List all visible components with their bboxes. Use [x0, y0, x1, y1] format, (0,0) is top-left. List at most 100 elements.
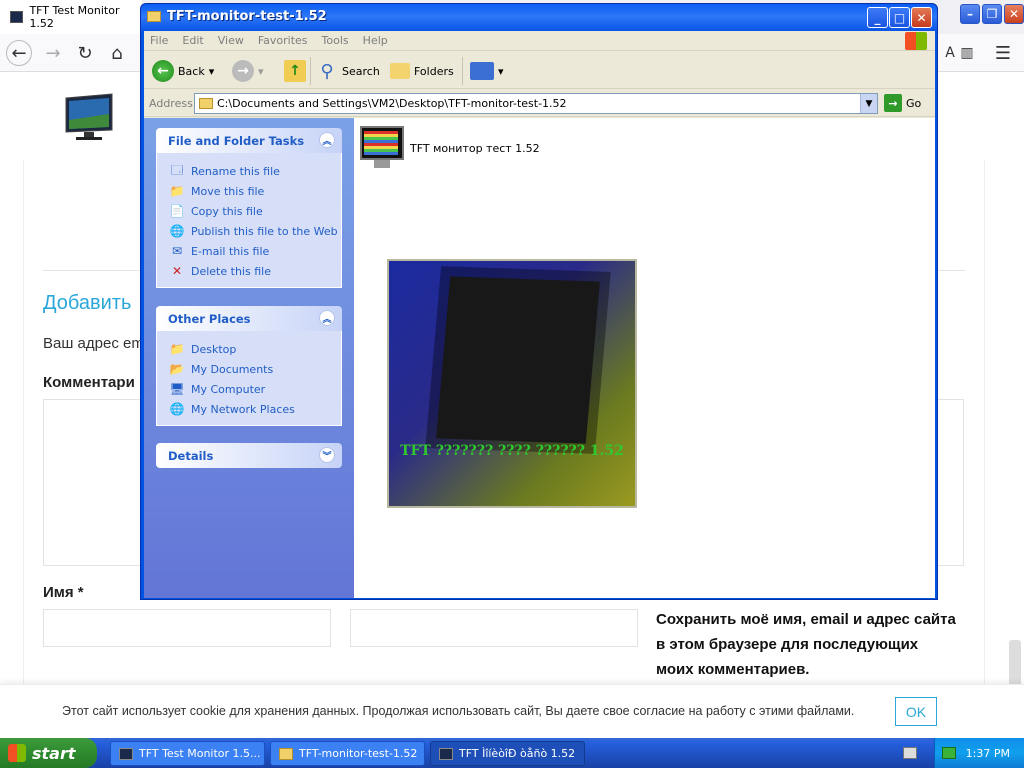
- email-input[interactable]: [350, 609, 638, 647]
- menu-file[interactable]: File: [150, 34, 168, 47]
- keyboard-icon[interactable]: [903, 747, 917, 759]
- details-panel: Details ︾: [156, 443, 342, 468]
- reload-icon[interactable]: ↻: [72, 40, 98, 66]
- address-value: C:\Documents and Settings\VM2\Desktop\TF…: [217, 97, 567, 110]
- go-arrow-icon: →: [884, 94, 902, 112]
- expand-icon[interactable]: ︾: [319, 447, 335, 463]
- delete-icon: ✕: [171, 264, 183, 278]
- name-label: Имя *: [43, 584, 84, 601]
- browser-window-controls: – ❐ ✕: [960, 4, 1024, 24]
- other-places-panel: Other Places ︽ 📁 Desktop 📂 My Documents 🖥 M…: [156, 306, 342, 426]
- task-rename[interactable]: 🗔 Rename this file: [169, 161, 341, 181]
- menu-bar: File Edit View Favorites Tools Help: [144, 31, 935, 51]
- other-places-header[interactable]: Other Places ︽: [156, 306, 342, 331]
- copy-icon: 📄: [169, 204, 185, 218]
- address-dropdown-icon[interactable]: ▼: [860, 94, 877, 113]
- chevron-down-icon[interactable]: ▾: [498, 65, 504, 78]
- sidebar-icon[interactable]: ▥: [954, 40, 980, 66]
- up-folder-button[interactable]: ↑: [284, 58, 306, 84]
- cookie-ok-button[interactable]: OK: [895, 697, 937, 726]
- minimize-button[interactable]: _: [867, 7, 888, 28]
- browser-app-icon: [119, 747, 133, 760]
- monitor-favicon-icon: [10, 11, 24, 23]
- menu-help[interactable]: Help: [363, 34, 388, 47]
- toolbar: ← Back ▾ → ▾ ↑ ⚲ Search Folders ▾: [144, 52, 935, 89]
- back-arrow-icon: ←: [152, 60, 174, 82]
- address-field[interactable]: C:\Documents and Settings\VM2\Desktop\TF…: [194, 93, 878, 114]
- place-my-computer[interactable]: 🖥 My Computer: [169, 379, 341, 399]
- back-label: Back: [178, 64, 205, 78]
- place-desktop[interactable]: 📁 Desktop: [169, 339, 341, 359]
- monitor-test-app-icon: [358, 126, 406, 170]
- search-icon: ⚲: [320, 60, 334, 82]
- start-button[interactable]: start: [0, 738, 97, 768]
- add-comment-heading: Добавить: [43, 292, 132, 314]
- other-places-title: Other Places: [168, 311, 251, 326]
- close-button[interactable]: ✕: [911, 7, 932, 28]
- views-button[interactable]: ▾: [470, 58, 504, 84]
- taskbar: start TFT Test Monitor 1.5... TFT-monito…: [0, 738, 1024, 768]
- task-move[interactable]: 📁 Move this file: [169, 181, 341, 201]
- place-network[interactable]: 🌐 My Network Places: [169, 399, 341, 419]
- task-pane: File and Folder Tasks ︽ 🗔 Rename this fil…: [144, 118, 354, 598]
- globe-icon: 🌐: [169, 224, 185, 238]
- chevron-down-icon[interactable]: ▾: [258, 65, 264, 78]
- home-icon[interactable]: ⌂: [104, 40, 130, 66]
- menu-tools[interactable]: Tools: [322, 34, 349, 47]
- file-tasks-title: File and Folder Tasks: [168, 133, 305, 148]
- browser-restore-button[interactable]: ❐: [982, 4, 1002, 24]
- maximize-button[interactable]: □: [889, 7, 910, 28]
- browser-close-button[interactable]: ✕: [1004, 4, 1024, 24]
- menu-favorites[interactable]: Favorites: [258, 34, 308, 47]
- forward-icon[interactable]: →: [40, 40, 66, 66]
- clock[interactable]: 1:37 PM: [966, 747, 1010, 760]
- network-icon: 🌐: [169, 402, 185, 416]
- site-logo-monitor-icon[interactable]: [62, 92, 116, 142]
- move-icon: 📁: [169, 184, 185, 198]
- windows-flag-icon: [8, 744, 26, 762]
- task-publish[interactable]: 🌐 Publish this file to the Web: [169, 221, 341, 241]
- folders-button[interactable]: Folders: [390, 58, 454, 84]
- back-button[interactable]: ← Back ▾: [152, 58, 214, 84]
- monitor-app-icon: [439, 747, 453, 760]
- taskbar-button-explorer[interactable]: TFT-monitor-test-1.52: [270, 741, 425, 766]
- network-tray-icon[interactable]: [941, 747, 956, 759]
- forward-button[interactable]: → ▾: [232, 58, 264, 84]
- menu-view[interactable]: View: [218, 34, 244, 47]
- rename-icon: 🗔: [170, 162, 184, 177]
- file-tasks-header[interactable]: File and Folder Tasks ︽: [156, 128, 342, 153]
- details-header[interactable]: Details ︾: [156, 443, 342, 468]
- details-title: Details: [168, 448, 214, 463]
- browser-tab[interactable]: TFT Test Monitor 1.52: [0, 0, 142, 34]
- taskbar-button-tft[interactable]: TFT ÌîíèòîÐ òåñò 1.52: [430, 741, 585, 766]
- computer-icon: 🖥: [169, 382, 185, 396]
- file-tasks-panel: File and Folder Tasks ︽ 🗔 Rename this fil…: [156, 128, 342, 288]
- address-label: Address: [149, 97, 193, 110]
- place-my-documents[interactable]: 📂 My Documents: [169, 359, 341, 379]
- menu-icon[interactable]: ☰: [990, 40, 1016, 66]
- toolbar-separator: [462, 57, 463, 85]
- page-border-left: [23, 160, 24, 690]
- name-input[interactable]: [43, 609, 331, 647]
- task-copy[interactable]: 📄 Copy this file: [169, 201, 341, 221]
- menu-edit[interactable]: Edit: [182, 34, 203, 47]
- search-button[interactable]: ⚲ Search: [316, 58, 379, 84]
- collapse-icon[interactable]: ︽: [319, 132, 335, 148]
- task-delete[interactable]: ✕ Delete this file: [169, 261, 341, 281]
- explorer-titlebar[interactable]: TFT-monitor-test-1.52 _ □ ✕: [141, 4, 937, 31]
- page-border-right: [984, 160, 985, 690]
- save-info-label: Сохранить моё имя, email и адрес сайта в…: [656, 611, 956, 678]
- collapse-icon[interactable]: ︽: [319, 310, 335, 326]
- folders-icon: [390, 63, 410, 79]
- file-item[interactable]: TFT монитор тест 1.52: [358, 126, 540, 170]
- windows-logo-icon: [905, 32, 927, 50]
- back-icon[interactable]: ←: [6, 40, 32, 66]
- browser-minimize-button[interactable]: –: [960, 4, 980, 24]
- taskbar-button-browser[interactable]: TFT Test Monitor 1.5...: [110, 741, 265, 766]
- go-button[interactable]: → Go: [884, 94, 921, 112]
- chevron-down-icon[interactable]: ▾: [209, 65, 215, 78]
- splash-text: TFT ??????? ???? ?????? 1.52: [400, 443, 624, 459]
- task-email[interactable]: ✉ E-mail this file: [169, 241, 341, 261]
- email-note: Ваш адрес em: [43, 335, 144, 352]
- start-label: start: [32, 743, 76, 763]
